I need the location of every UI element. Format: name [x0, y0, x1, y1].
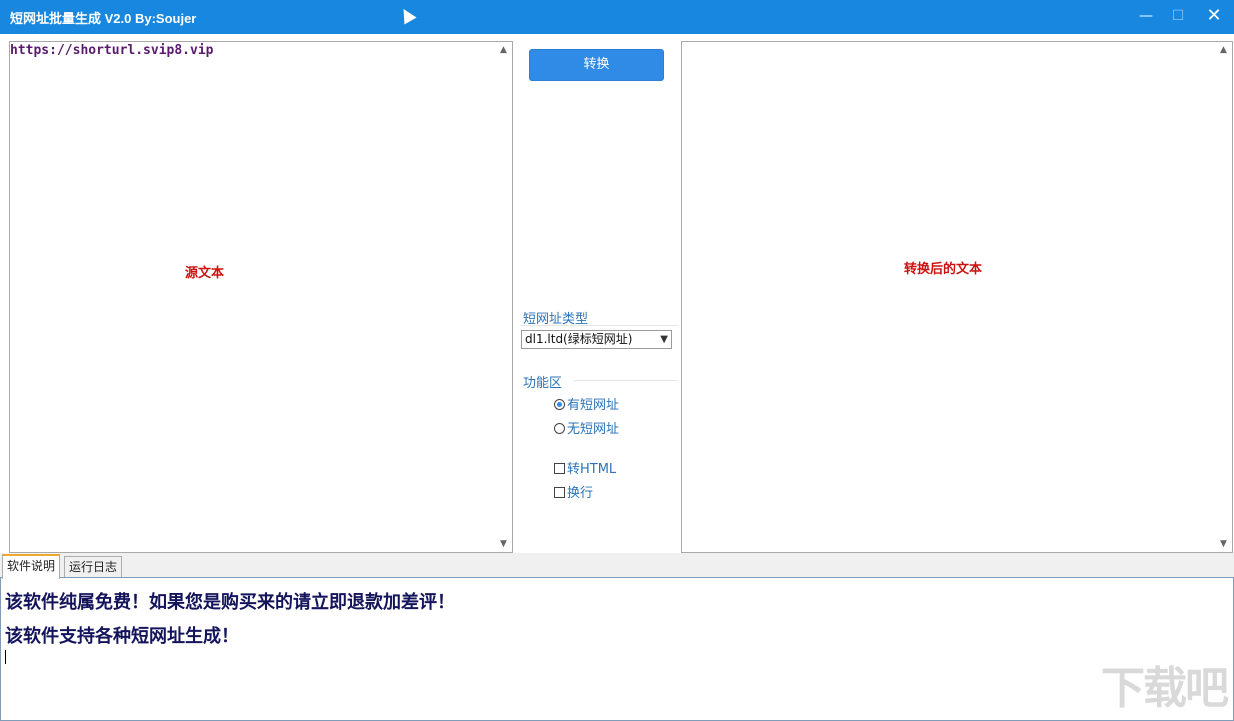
result-textarea[interactable]: 转换后的文本 ▲ ▼ — [681, 41, 1233, 553]
minimize-button[interactable]: — — [1128, 0, 1164, 34]
source-textarea[interactable]: https://shorturl.svip8.vip 源文本 ▲ ▼ — [9, 41, 513, 553]
scroll-up-icon[interactable]: ▲ — [495, 45, 512, 55]
tab-software-info[interactable]: 软件说明 — [2, 554, 61, 579]
radio-unchecked-icon — [554, 423, 565, 434]
source-scrollbar[interactable]: ▲ ▼ — [495, 42, 512, 552]
checkbox-icon — [554, 463, 565, 474]
chevron-down-icon: ▼ — [660, 334, 668, 345]
info-line: 该软件纯属免费！如果您是购买来的请立即退款加差评！ — [5, 592, 455, 613]
tab-run-log[interactable]: 运行日志 — [64, 556, 123, 577]
text-cursor — [5, 650, 6, 664]
checkbox-icon — [554, 487, 565, 498]
radio-label: 无短网址 — [567, 422, 620, 437]
result-scrollbar[interactable]: ▲ ▼ — [1215, 42, 1232, 552]
info-textbox[interactable]: 该软件纯属免费！如果您是购买来的请立即退款加差评！ 该软件支持各种短网址生成！ … — [0, 577, 1234, 721]
watermark-logo: 下载吧 — [1101, 663, 1229, 714]
divider — [520, 325, 678, 326]
checkbox-label: 换行 — [567, 486, 594, 501]
scroll-up-icon[interactable]: ▲ — [1215, 45, 1232, 55]
title-bar: 短网址批量生成 V2.0 By:Soujer — ☐ ✕ — [0, 0, 1234, 34]
scroll-down-icon[interactable]: ▼ — [495, 539, 512, 549]
checkbox-label: 转HTML — [567, 462, 617, 477]
radio-with-short-url[interactable]: 有短网址 — [554, 397, 619, 415]
type-select-value: dl1.ltd(绿标短网址) — [525, 332, 633, 346]
divider — [574, 380, 678, 381]
source-label: 源文本 — [185, 266, 225, 281]
mouse-pointer-icon — [397, 5, 417, 25]
info-line: 该软件支持各种短网址生成！ — [5, 626, 239, 647]
source-text: https://shorturl.svip8.vip — [10, 43, 214, 58]
tab-strip: 软件说明 运行日志 — [0, 553, 1234, 579]
radio-label: 有短网址 — [567, 398, 620, 413]
window-title: 短网址批量生成 V2.0 By:Soujer — [10, 11, 197, 26]
result-label: 转换后的文本 — [904, 262, 983, 277]
convert-button[interactable]: 转换 — [529, 49, 664, 81]
function-group-label: 功能区 — [523, 376, 563, 391]
close-button[interactable]: ✕ — [1196, 0, 1232, 34]
checkbox-html[interactable]: 转HTML — [554, 461, 616, 479]
type-select[interactable]: dl1.ltd(绿标短网址) ▼ — [521, 330, 672, 349]
radio-checked-icon — [554, 399, 565, 410]
control-column: 转换 短网址类型 dl1.ltd(绿标短网址) ▼ 功能区 有短网址 无短网址 … — [514, 34, 681, 553]
maximize-button[interactable]: ☐ — [1160, 0, 1196, 34]
checkbox-newline[interactable]: 换行 — [554, 485, 593, 503]
scroll-down-icon[interactable]: ▼ — [1215, 539, 1232, 549]
radio-without-short-url[interactable]: 无短网址 — [554, 421, 619, 439]
